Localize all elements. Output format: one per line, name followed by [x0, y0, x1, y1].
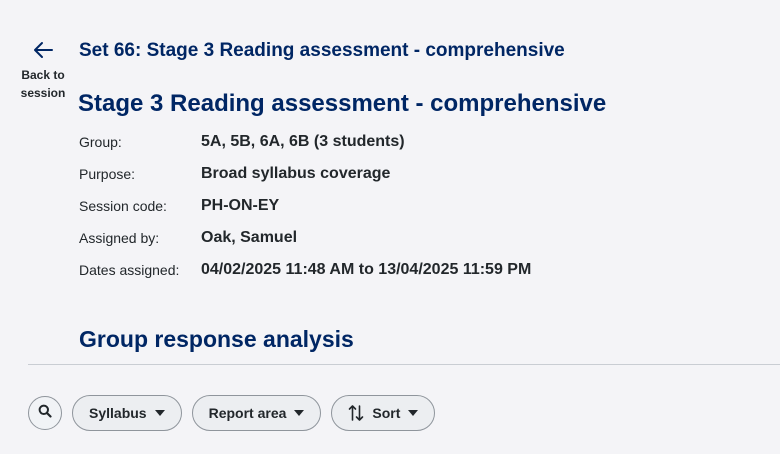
- divider: [28, 364, 780, 365]
- detail-value: Broad syllabus coverage: [201, 165, 391, 182]
- detail-value: 5A, 5B, 6A, 6B (3 students): [201, 133, 405, 150]
- set-title: Set 66: Stage 3 Reading assessment - com…: [79, 40, 565, 61]
- caret-down-icon: [408, 410, 419, 416]
- caret-down-icon: [154, 410, 165, 416]
- sort-label: Sort: [372, 405, 401, 421]
- section-title: Group response analysis: [79, 326, 354, 352]
- search-button[interactable]: [28, 396, 62, 430]
- detail-row-dates-assigned: Dates assigned: 04/02/2025 11:48 AM to 1…: [79, 260, 531, 292]
- search-icon: [38, 404, 52, 423]
- page: Back to session Set 66: Stage 3 Reading …: [0, 0, 780, 454]
- detail-label: Assigned by:: [79, 230, 160, 246]
- detail-label: Session code:: [79, 198, 167, 214]
- report-area-label: Report area: [208, 405, 287, 421]
- sort-dropdown[interactable]: Sort: [331, 395, 436, 431]
- back-label: Back to session: [20, 68, 66, 100]
- syllabus-label: Syllabus: [89, 405, 147, 421]
- detail-row-purpose: Purpose: Broad syllabus coverage: [79, 164, 531, 196]
- arrow-left-icon: [32, 40, 54, 60]
- detail-label: Purpose:: [79, 166, 136, 182]
- detail-value: Oak, Samuel: [201, 229, 298, 246]
- assessment-details: Group: 5A, 5B, 6A, 6B (3 students) Purpo…: [79, 132, 531, 292]
- filter-toolbar: Syllabus Report area Sort: [28, 395, 436, 431]
- sort-arrows-icon: [348, 404, 364, 422]
- detail-row-session-code: Session code: PH-ON-EY: [79, 196, 531, 228]
- detail-value: 04/02/2025 11:48 AM to 13/04/2025 11:59 …: [201, 261, 532, 278]
- page-title: Stage 3 Reading assessment - comprehensi…: [78, 90, 607, 117]
- syllabus-dropdown[interactable]: Syllabus: [72, 395, 182, 431]
- report-area-dropdown[interactable]: Report area: [191, 395, 322, 431]
- caret-down-icon: [294, 410, 305, 416]
- detail-row-group: Group: 5A, 5B, 6A, 6B (3 students): [79, 132, 531, 164]
- detail-label: Group:: [79, 134, 122, 150]
- detail-label: Dates assigned:: [79, 262, 180, 278]
- detail-value: PH-ON-EY: [201, 197, 280, 214]
- detail-row-assigned-by: Assigned by: Oak, Samuel: [79, 228, 531, 260]
- back-to-session-button[interactable]: Back to session: [16, 40, 70, 102]
